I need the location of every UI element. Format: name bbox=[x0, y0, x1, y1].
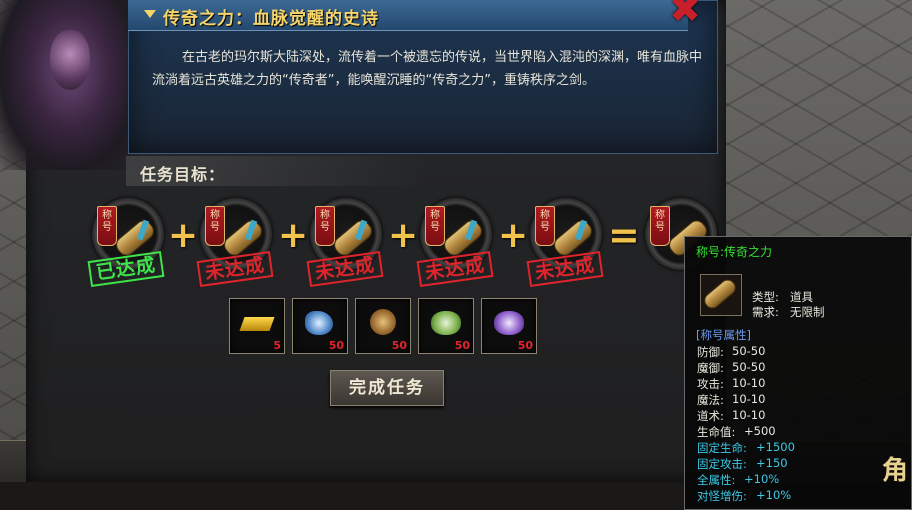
bonus-value: +150 bbox=[756, 456, 788, 470]
stat-label: 攻击: bbox=[697, 377, 724, 391]
material-count: 50 bbox=[517, 339, 533, 352]
material-count: 50 bbox=[328, 339, 344, 352]
bonus-label: 固定生命: bbox=[697, 441, 747, 455]
plus-icon: + bbox=[498, 215, 529, 256]
stat-value: 10-10 bbox=[732, 376, 766, 390]
equals-icon: = bbox=[608, 213, 640, 257]
plus-icon: + bbox=[388, 215, 419, 256]
tooltip-req-label: 需求: bbox=[752, 305, 779, 319]
stat-label: 道术: bbox=[697, 409, 724, 423]
material-slot[interactable]: 50 bbox=[355, 298, 411, 354]
purple-ore-icon bbox=[494, 311, 524, 335]
stat-label: 防御: bbox=[697, 345, 724, 359]
stat-value: 50-50 bbox=[732, 344, 766, 358]
title-badge-icon: 称号 bbox=[425, 206, 445, 246]
bonus-label: 全属性: bbox=[697, 473, 736, 487]
quest-title: 传奇之力：血脉觉醒的史诗 bbox=[163, 9, 379, 29]
blue-crystal-icon bbox=[305, 311, 333, 335]
quest-story: 在古老的玛尔斯大陆深处，流传着一个被遗忘的传说，当世界陷入混沌的深渊，唯有血脉中… bbox=[152, 50, 703, 88]
character-portrait bbox=[0, 0, 140, 170]
side-panel-label[interactable]: 角 bbox=[882, 450, 908, 487]
material-count: 50 bbox=[454, 339, 470, 352]
bonus-label: 对怪增伤: bbox=[697, 489, 747, 503]
close-icon[interactable]: ✖ bbox=[668, 0, 702, 28]
stat-value: 50-50 bbox=[732, 360, 766, 374]
bonus-value: +1500 bbox=[756, 440, 795, 454]
tooltip-section-header: [称号属性] bbox=[696, 328, 751, 342]
bonus-value: +10% bbox=[744, 472, 780, 486]
stat-label: 生命值: bbox=[697, 425, 736, 439]
gold-bar-icon bbox=[239, 317, 275, 331]
title-badge-icon: 称号 bbox=[315, 206, 335, 246]
material-count: 5 bbox=[273, 339, 281, 352]
tooltip-item-name: 称号:传奇之力 bbox=[696, 245, 773, 259]
scroll-icon bbox=[701, 276, 739, 312]
stat-value: 10-10 bbox=[732, 392, 766, 406]
stat-label: 魔法: bbox=[697, 393, 724, 407]
plus-icon: + bbox=[278, 215, 309, 256]
title-badge-icon: 称号 bbox=[97, 206, 117, 246]
material-slot[interactable]: 50 bbox=[292, 298, 348, 354]
tooltip-type-value: 道具 bbox=[790, 290, 813, 304]
bonus-value: +10% bbox=[756, 488, 792, 502]
collapse-arrow-icon[interactable] bbox=[144, 10, 156, 18]
title-badge-icon: 称号 bbox=[205, 206, 225, 246]
objectives-label: 任务目标： bbox=[140, 165, 226, 184]
material-slot[interactable]: 50 bbox=[418, 298, 474, 354]
bonus-label: 固定攻击: bbox=[697, 457, 747, 471]
stat-value: +500 bbox=[744, 424, 776, 438]
material-slot[interactable]: 5 bbox=[229, 298, 285, 354]
title-badge-icon: 称号 bbox=[535, 206, 555, 246]
material-count: 50 bbox=[391, 339, 407, 352]
material-slot[interactable]: 50 bbox=[481, 298, 537, 354]
green-ore-icon bbox=[431, 311, 461, 335]
title-badge-icon: 称号 bbox=[650, 206, 670, 246]
character-face bbox=[50, 30, 90, 90]
bronze-medallion-icon bbox=[370, 309, 396, 335]
plus-icon: + bbox=[168, 215, 199, 256]
complete-quest-button[interactable]: 完成任务 bbox=[330, 370, 444, 406]
stat-value: 10-10 bbox=[732, 408, 766, 422]
tooltip-scroll-icon bbox=[700, 274, 742, 316]
tooltip-req-value: 无限制 bbox=[790, 305, 825, 319]
stat-label: 魔御: bbox=[697, 361, 724, 375]
tooltip-type-label: 类型: bbox=[752, 290, 779, 304]
